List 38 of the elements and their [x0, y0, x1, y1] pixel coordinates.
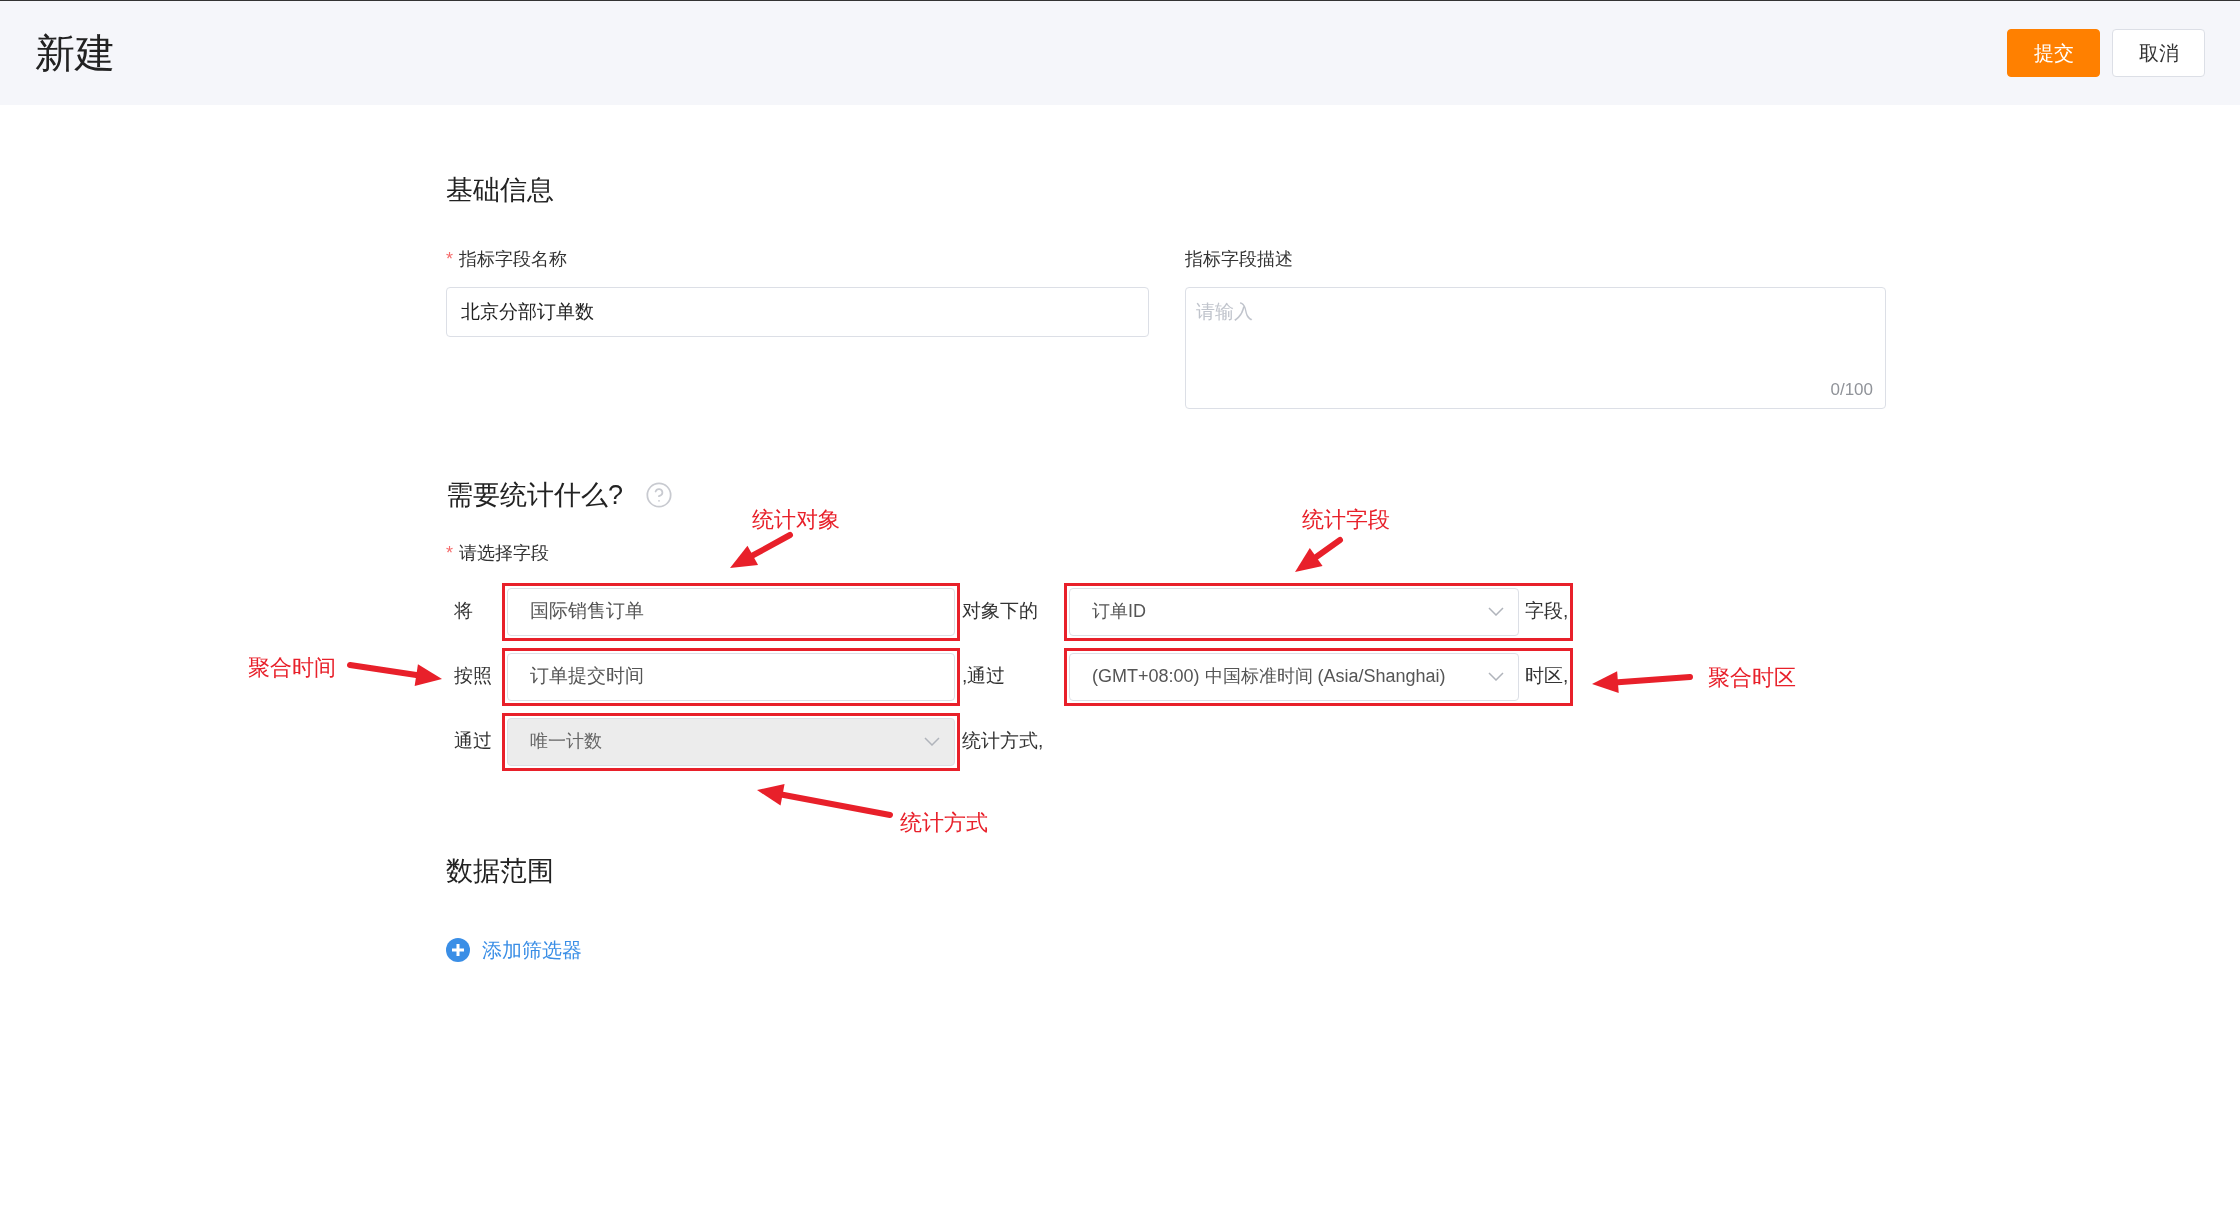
- help-icon[interactable]: [645, 481, 674, 510]
- cancel-button[interactable]: 取消: [2112, 29, 2205, 77]
- annotation-arrow: [730, 532, 793, 568]
- section-heading: 需要统计什么?: [446, 479, 624, 512]
- chevron-down-icon: [1488, 672, 1504, 681]
- chevron-down-icon: [924, 737, 940, 746]
- annotation-label: 聚合时间: [248, 654, 336, 682]
- row-prefix-text: 将: [453, 599, 474, 624]
- section-heading: 数据范围: [446, 854, 555, 888]
- text-input[interactable]: 国际销售订单: [507, 587, 955, 636]
- field-label: 指标字段描述: [1185, 248, 1294, 271]
- row-prefix-text: 按照: [453, 664, 493, 689]
- row-suffix-text: 字段,: [1525, 599, 1569, 624]
- select-dropdown[interactable]: 订单ID: [1069, 587, 1519, 636]
- text-input[interactable]: 订单提交时间: [507, 652, 955, 701]
- row-suffix-text: 时区,: [1525, 664, 1569, 689]
- row-prefix-text: 通过: [453, 729, 493, 754]
- connector-text: 统计方式,: [961, 729, 1045, 754]
- select-value: 订单ID: [1092, 600, 1147, 623]
- annotation-label: 聚合时区: [1708, 664, 1796, 692]
- connector-text: 对象下的: [961, 599, 1039, 624]
- select-value: 唯一计数: [530, 730, 603, 753]
- character-counter: 0/100: [1830, 378, 1873, 401]
- page-title: 新建: [35, 30, 115, 77]
- annotation-label: 统计对象: [752, 506, 840, 534]
- select-value: (GMT+08:00) 中国标准时间 (Asia/Shanghai): [1092, 665, 1447, 688]
- select-dropdown[interactable]: (GMT+08:00) 中国标准时间 (Asia/Shanghai): [1069, 652, 1519, 701]
- field-label: * 请选择字段: [446, 542, 549, 563]
- annotation-arrow: [1295, 537, 1343, 572]
- text-input[interactable]: 北京分部订单数: [446, 287, 1149, 337]
- annotation-label: 统计方式: [900, 809, 988, 837]
- chevron-down-icon: [1488, 607, 1504, 616]
- textarea-placeholder: 请输入: [1196, 300, 1253, 324]
- annotation-label: 统计字段: [1302, 506, 1390, 534]
- connector-text: ,通过: [961, 664, 1007, 689]
- field-label: * 指标字段名称: [446, 248, 568, 271]
- section-heading: 基础信息: [446, 177, 555, 204]
- plus-circle-icon: [446, 938, 470, 962]
